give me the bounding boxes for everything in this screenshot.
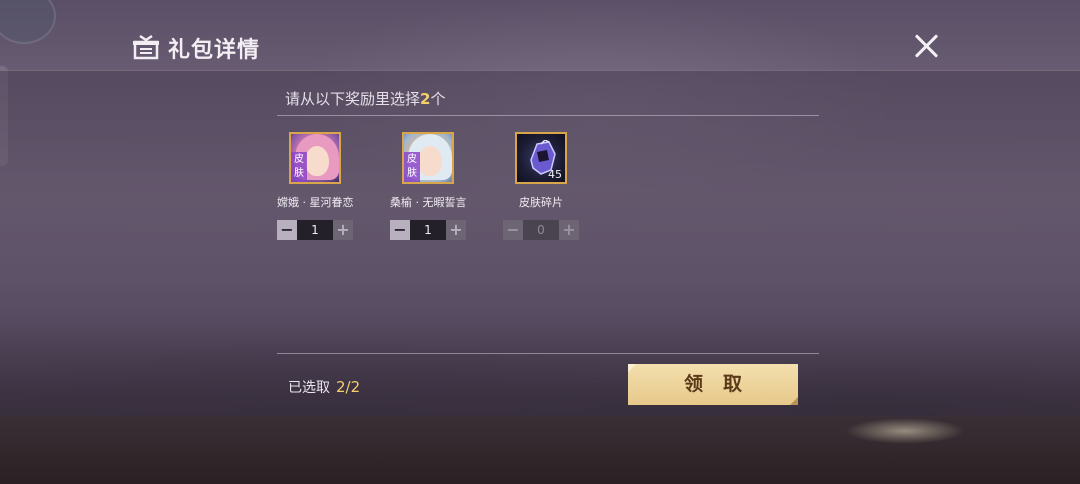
reward-name: 桑榆 · 无暇誓言 [390,196,467,209]
divider-bottom [277,353,819,354]
quantity-stepper: − 1 + [390,220,466,240]
reward-item-change[interactable]: 皮肤 嫦娥 · 星河眷恋 [277,132,354,210]
fragment-count: 45 [548,168,562,181]
quantity-value: 1 [297,220,333,240]
quantity-stepper: − 1 + [277,220,353,240]
background-glow [845,418,965,444]
increment-button[interactable]: + [333,220,353,240]
selected-label: 已选取 [288,380,330,396]
skin-badge: 皮肤 [291,152,307,182]
gift-panel: 请从以下奖励里选择2个 皮肤 嫦娥 · 星河眷恋 − 1 + 皮肤 桑榆 · 无… [0,70,1080,417]
quantity-stepper: − 0 + [503,220,579,240]
reward-thumbnail[interactable]: 皮肤 [289,132,341,184]
face-shape [305,146,329,176]
selected-summary: 已选取 2/2 [288,377,360,397]
instruction-prefix: 请从以下奖励里选择 [285,90,421,108]
reward-thumbnail[interactable]: 皮肤 [402,132,454,184]
decrement-button[interactable]: − [277,220,297,240]
gift-box-icon [133,34,159,60]
header-bar: 礼包详情 [0,22,1080,70]
quantity-value: 1 [410,220,446,240]
reward-item-sangyu[interactable]: 皮肤 桑榆 · 无暇誓言 [390,132,467,210]
reward-name: 皮肤碎片 [519,196,563,209]
page-title: 礼包详情 [168,38,261,63]
face-shape [418,146,442,176]
quantity-value: 0 [523,220,559,240]
reward-name: 嫦娥 · 星河眷恋 [277,196,354,209]
instruction-suffix: 个 [430,90,446,108]
divider-top [277,115,819,116]
reward-item-skin-fragment[interactable]: 45 皮肤碎片 [503,132,579,210]
skin-badge: 皮肤 [404,152,420,182]
decrement-button[interactable]: − [390,220,410,240]
selected-count: 2/2 [336,378,361,396]
claim-button[interactable]: 领取 [628,364,798,405]
increment-button[interactable]: + [559,220,579,240]
close-icon[interactable] [912,31,942,61]
reward-thumbnail[interactable]: 45 [515,132,567,184]
instruction-text: 请从以下奖励里选择2个 [285,88,445,109]
increment-button[interactable]: + [446,220,466,240]
instruction-count: 2 [420,90,431,108]
decrement-button[interactable]: − [503,220,523,240]
